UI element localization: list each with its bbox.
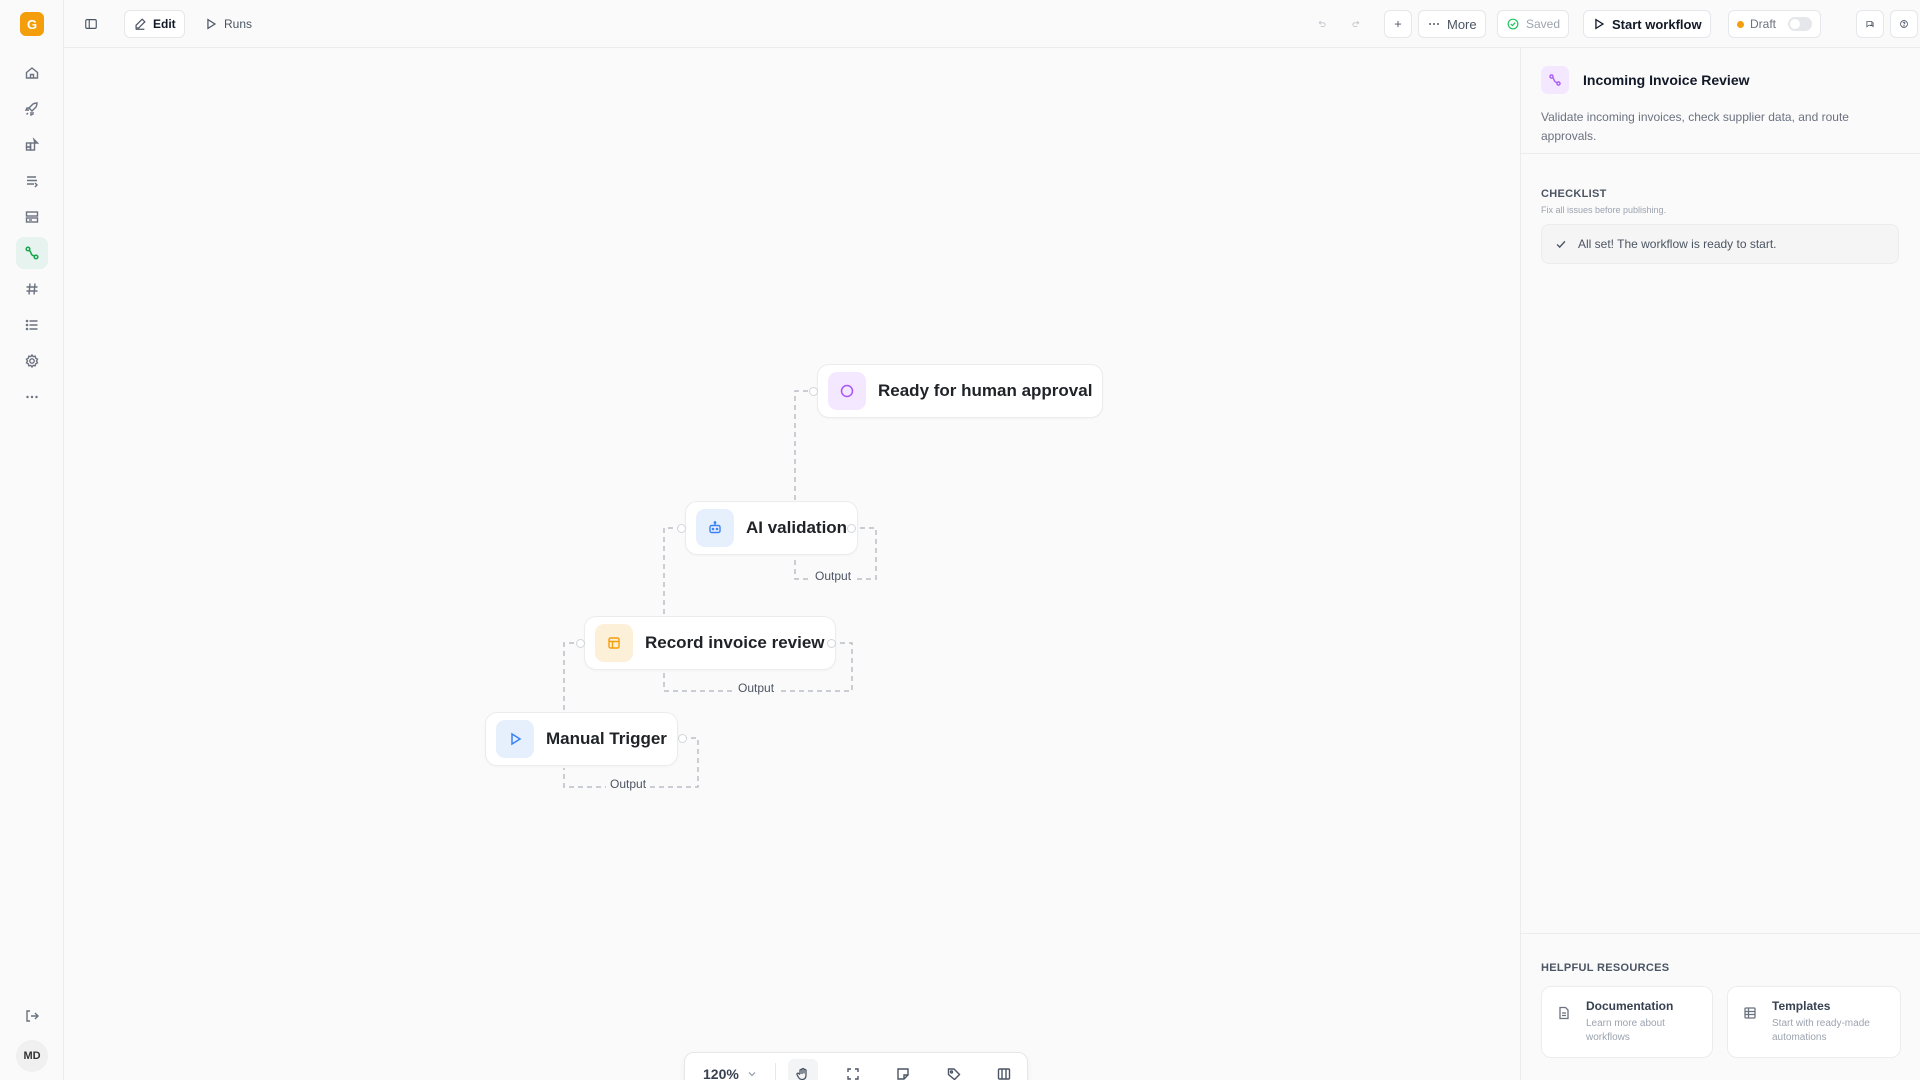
more-label: More (1447, 16, 1477, 32)
check-icon (1556, 240, 1566, 249)
document-icon (1559, 1006, 1569, 1020)
app-logo[interactable]: G (20, 12, 44, 36)
details-panel: Incoming Invoice Review Validate incomin… (1520, 48, 1920, 1080)
tag-icon[interactable] (939, 1059, 969, 1080)
settings-icon[interactable] (16, 345, 48, 377)
node-label: AI validation (746, 518, 848, 537)
edit-tab[interactable]: Edit (124, 10, 185, 38)
output-port[interactable] (827, 639, 836, 648)
zoom-level: 120% (703, 1066, 739, 1080)
zoom-select[interactable]: 120% (693, 1059, 767, 1080)
list-icon[interactable] (16, 309, 48, 341)
left-rail: G MD (0, 0, 64, 1080)
ellipsis-icon (1429, 23, 1439, 25)
output-port[interactable] (678, 734, 687, 743)
home-icon[interactable] (16, 57, 48, 89)
rocket-icon[interactable] (16, 93, 48, 125)
logout-icon[interactable] (16, 1000, 48, 1032)
help-icon[interactable] (1890, 10, 1918, 38)
apps-icon[interactable] (16, 129, 48, 161)
input-port[interactable] (809, 387, 818, 396)
avatar[interactable]: MD (16, 1040, 48, 1072)
documentation-card[interactable]: Documentation Learn more about workflows (1541, 986, 1713, 1058)
check-circle-icon (1507, 18, 1519, 30)
templates-card[interactable]: Templates Start with ready-made automati… (1727, 986, 1901, 1058)
sidebar-toggle-icon[interactable] (76, 10, 106, 38)
grid-icon (1744, 1007, 1756, 1019)
resource-subtitle: Start with ready-made automations (1772, 1018, 1870, 1043)
fit-view-icon[interactable] (838, 1059, 868, 1080)
note-icon[interactable] (888, 1059, 918, 1080)
pan-hand-icon[interactable] (787, 1059, 818, 1080)
canvas-toolbar: 120% (684, 1052, 1028, 1080)
play-icon (1595, 18, 1605, 30)
output-port[interactable] (847, 524, 856, 533)
resource-title: Templates (1772, 999, 1831, 1013)
chevron-down-icon (748, 1072, 756, 1077)
divider (774, 1063, 776, 1080)
resources-heading: HELPFUL RESOURCES (1541, 962, 1670, 974)
node-manual-trigger[interactable]: Manual Trigger (485, 712, 678, 766)
resource-subtitle: Learn more about workflows (1586, 1018, 1665, 1043)
workflow-canvas[interactable]: Output Output Output Ready for human app… (64, 48, 1520, 1080)
input-port[interactable] (576, 639, 585, 648)
undo-icon[interactable] (1309, 10, 1335, 38)
start-workflow-label: Start workflow (1612, 16, 1702, 32)
table-icon (595, 624, 633, 662)
stack-icon[interactable] (16, 165, 48, 197)
output-label: Output (606, 777, 651, 791)
node-record-invoice-review[interactable]: Record invoice review (584, 616, 836, 670)
checklist-status-text: All set! The workflow is ready to start. (1578, 237, 1777, 251)
input-port[interactable] (677, 524, 686, 533)
panel-toggle-icon[interactable] (989, 1059, 1019, 1080)
node-label: Record invoice review (645, 633, 825, 652)
edit-icon (135, 18, 146, 30)
runs-label: Runs (224, 17, 253, 31)
draft-toggle[interactable]: Draft (1728, 10, 1822, 38)
plus-icon (1394, 20, 1402, 28)
play-icon (207, 18, 217, 30)
start-workflow-button[interactable]: Start workflow (1583, 10, 1711, 38)
divider (1521, 153, 1920, 154)
runs-tab[interactable]: Runs (196, 10, 260, 38)
hash-icon[interactable] (16, 273, 48, 305)
publish-toggle[interactable] (1788, 17, 1813, 31)
top-bar: Edit Runs More Saved Start workflow Draf… (64, 0, 1920, 48)
saved-status: Saved (1497, 10, 1570, 38)
output-label: Output (734, 681, 779, 695)
robot-icon (696, 509, 734, 547)
add-node-button[interactable] (1384, 10, 1412, 38)
divider (1521, 933, 1920, 934)
more-icon[interactable] (16, 381, 48, 413)
redo-icon[interactable] (1343, 10, 1369, 38)
node-label: Manual Trigger (546, 729, 667, 748)
circle-icon (828, 372, 866, 410)
edit-label: Edit (153, 17, 176, 31)
checklist-heading: CHECKLIST (1541, 188, 1607, 200)
draft-status-dot (1737, 20, 1744, 28)
play-icon (496, 720, 534, 758)
chat-icon[interactable] (1856, 10, 1884, 38)
more-button[interactable]: More (1418, 10, 1486, 38)
layout-icon[interactable] (16, 201, 48, 233)
saved-label: Saved (1526, 17, 1561, 31)
workflow-edges (563, 390, 877, 788)
resource-title: Documentation (1586, 999, 1674, 1013)
workflow-title[interactable]: Incoming Invoice Review (1583, 72, 1750, 88)
node-ready-for-approval[interactable]: Ready for human approval (817, 364, 1104, 418)
workflow-icon[interactable] (16, 237, 48, 269)
draft-label: Draft (1750, 17, 1777, 31)
node-label: Ready for human approval (878, 381, 1093, 400)
output-label: Output (811, 569, 856, 583)
workflow-description[interactable]: Validate incoming invoices, check suppli… (1541, 108, 1891, 146)
node-ai-validation[interactable]: AI validation (685, 501, 859, 555)
checklist-status: All set! The workflow is ready to start. (1541, 224, 1899, 264)
checklist-subtitle: Fix all issues before publishing. (1541, 205, 1667, 215)
workflow-icon (1541, 66, 1569, 94)
